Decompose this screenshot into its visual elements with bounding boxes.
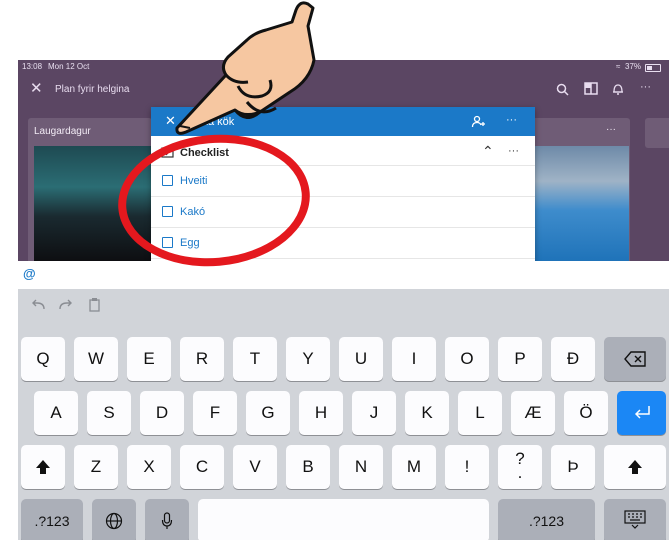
chevron-up-icon[interactable]: ⌃ [482, 143, 494, 160]
bell-icon[interactable] [612, 82, 624, 96]
key[interactable]: U [339, 337, 383, 381]
key[interactable]: X [127, 445, 171, 489]
key[interactable]: E [127, 337, 171, 381]
close-icon[interactable]: ✕ [30, 79, 43, 97]
shift-right-key[interactable] [604, 445, 666, 489]
key[interactable]: P [498, 337, 542, 381]
card-right[interactable]: ··· [530, 118, 630, 263]
app-bar: ✕ Plan fyrir helgina ··· [18, 74, 669, 104]
key[interactable]: Þ [551, 445, 595, 489]
status-time: 13:08 [22, 62, 43, 71]
mention-bar: @ [18, 261, 669, 289]
status-date: Mon 12 Oct [48, 62, 90, 71]
card-title: Laugardagur [34, 126, 91, 137]
at-icon[interactable]: @ [23, 266, 36, 281]
key[interactable]: A [34, 391, 78, 435]
key[interactable]: Q [21, 337, 65, 381]
key[interactable]: B [286, 445, 330, 489]
key[interactable]: T [233, 337, 277, 381]
plan-title: Plan fyrir helgina [55, 84, 130, 95]
more-icon[interactable]: ··· [640, 81, 651, 93]
search-icon[interactable] [556, 83, 569, 96]
key-bottom-label: . [517, 463, 523, 482]
dismiss-keyboard-key[interactable] [604, 499, 666, 540]
key[interactable]: Z [74, 445, 118, 489]
card-menu-icon[interactable]: ··· [606, 124, 616, 135]
shift-icon [36, 460, 50, 474]
key[interactable]: M [392, 445, 436, 489]
assign-person-icon[interactable] [471, 115, 485, 128]
shift-icon [628, 460, 642, 474]
key[interactable]: Æ [511, 391, 555, 435]
pointing-hand-icon [175, 1, 316, 135]
numbers-key-right[interactable]: .?123 [498, 499, 595, 540]
microphone-icon [161, 512, 173, 529]
microphone-key[interactable] [145, 499, 189, 540]
keyboard: Q W E R T Y U I O P Ð A S D F G H J K L … [18, 289, 669, 540]
globe-key[interactable] [92, 499, 136, 540]
ipad-screen: 13:08 Mon 12 Oct 37% ≈ ✕ Plan fyrir helg… [18, 60, 669, 540]
key[interactable]: S [87, 391, 131, 435]
key[interactable]: V [233, 445, 277, 489]
key[interactable]: G [246, 391, 290, 435]
add-card-stub[interactable] [645, 118, 669, 148]
return-icon [634, 406, 650, 419]
key[interactable]: Y [286, 337, 330, 381]
paste-icon[interactable] [88, 297, 101, 312]
globe-icon [105, 512, 123, 530]
key[interactable]: H [299, 391, 343, 435]
key[interactable]: C [180, 445, 224, 489]
key[interactable]: K [405, 391, 449, 435]
key[interactable]: J [352, 391, 396, 435]
status-bar: 13:08 Mon 12 Oct 37% ≈ [18, 60, 669, 74]
battery-icon [645, 64, 661, 72]
space-bar[interactable] [198, 499, 489, 540]
key[interactable]: O [445, 337, 489, 381]
backspace-key[interactable] [604, 337, 666, 381]
key[interactable]: ! [445, 445, 489, 489]
keyboard-hide-icon [624, 510, 646, 529]
pool-photo [530, 146, 629, 263]
undo-icon[interactable] [32, 299, 46, 311]
redo-icon[interactable] [58, 299, 72, 311]
return-key[interactable] [617, 391, 666, 435]
key[interactable]: D [140, 391, 184, 435]
board-view-icon[interactable] [584, 82, 598, 95]
key[interactable]: I [392, 337, 436, 381]
backspace-icon [624, 351, 646, 367]
key[interactable]: F [193, 391, 237, 435]
question-period-key[interactable]: ? . [498, 445, 542, 489]
key[interactable]: W [74, 337, 118, 381]
key[interactable]: L [458, 391, 502, 435]
key[interactable]: N [339, 445, 383, 489]
shift-left-key[interactable] [21, 445, 65, 489]
battery-percent: 37% [625, 62, 642, 71]
wifi-icon: ≈ [616, 62, 621, 71]
checklist-more-icon[interactable]: ··· [508, 145, 519, 157]
key[interactable]: Ö [564, 391, 608, 435]
task-more-icon[interactable]: ··· [506, 114, 517, 126]
key[interactable]: R [180, 337, 224, 381]
key[interactable]: Ð [551, 337, 595, 381]
numbers-key-left[interactable]: .?123 [21, 499, 83, 540]
